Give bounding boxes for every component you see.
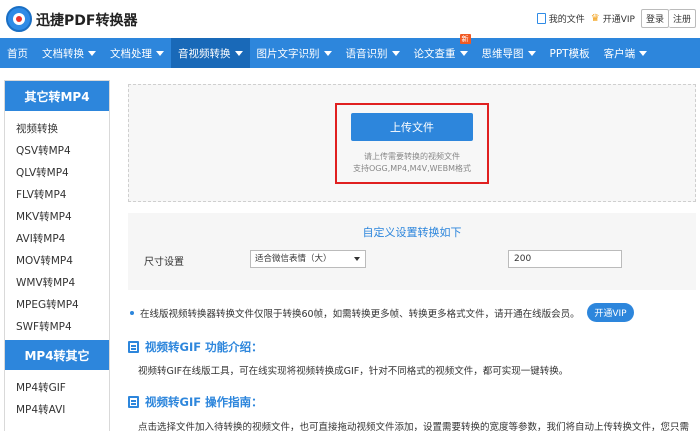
guide-icon <box>128 396 139 408</box>
guide-title: 视频转GIF 操作指南： <box>145 395 263 409</box>
open-vip-button[interactable]: 开通VIP <box>587 303 634 322</box>
chevron-down-icon <box>639 50 648 56</box>
crown-icon: ♛ <box>590 13 600 24</box>
size-select[interactable]: 适合微信表情（大） <box>250 250 366 268</box>
size-input[interactable]: 200 <box>508 250 622 268</box>
login-register-group: 登录 注册 <box>640 9 696 28</box>
brand-name[interactable]: 迅捷PDF转换器 <box>36 10 137 30</box>
chevron-down-icon <box>459 50 468 56</box>
chevron-down-icon <box>88 50 96 56</box>
intro-heading: 视频转GIF 功能介绍： <box>128 339 263 355</box>
size-select-value: 适合微信表情（大） <box>255 254 332 264</box>
nav-av-convert[interactable]: 音视频转换 <box>171 38 250 68</box>
chevron-down-icon <box>354 257 360 261</box>
sidebar-item[interactable]: MP4转AVI <box>16 399 109 421</box>
bullet-dot-icon <box>130 311 134 315</box>
nav-label: 论文查重 <box>413 47 456 60</box>
guide-heading: 视频转GIF 操作指南： <box>128 394 263 410</box>
nav-label: 客户端 <box>603 47 636 60</box>
nav-thesis-check[interactable]: 论文查重新 <box>407 34 475 68</box>
upload-hint: 请上传需要转换的视频文件 支持OGG,MP4,M4V,WEBM格式 <box>340 151 484 175</box>
sidebar-item[interactable]: SWF转MP4 <box>16 316 109 338</box>
open-vip-label: 开通VIP <box>602 15 635 25</box>
nav-label: 首页 <box>7 47 28 60</box>
sidebar-section-title: MP4转其它 <box>5 340 109 370</box>
nav-ppt[interactable]: PPT模板 <box>543 38 597 68</box>
sidebar-item[interactable]: MPEG转MP4 <box>16 294 109 316</box>
top-bar: 迅捷PDF转换器 我的文件 ♛ 开通VIP 登录 注册 <box>0 0 700 38</box>
sidebar-item[interactable]: WMV转MP4 <box>16 272 109 294</box>
nav-label: 音视频转换 <box>178 47 231 60</box>
upload-hint-line: 支持OGG,MP4,M4V,WEBM格式 <box>353 164 471 173</box>
chevron-down-icon <box>391 50 400 56</box>
sidebar-item[interactable]: MKV转MP4 <box>16 206 109 228</box>
sidebar-item[interactable]: MOV转MP4 <box>16 250 109 272</box>
sidebar-item[interactable]: 视频转换 <box>16 118 109 140</box>
upload-file-button[interactable]: 上传文件 <box>351 113 473 141</box>
nav-label: 思维导图 <box>481 47 524 60</box>
nav-mindmap[interactable]: 思维导图 <box>475 38 543 68</box>
sidebar-item[interactable]: QSV转MP4 <box>16 140 109 162</box>
main-nav: 首页 文档转换 文档处理 音视频转换 图片文字识别 语音识别 论文查重新 思维导… <box>0 34 700 68</box>
document-icon <box>536 13 546 24</box>
nav-label: PPT模板 <box>549 47 590 60</box>
sidebar-item[interactable]: AVI转MP4 <box>16 228 109 250</box>
size-label: 尺寸设置 <box>144 257 184 268</box>
register-button[interactable]: 注册 <box>668 9 696 28</box>
sidebar-section-title: 其它转MP4 <box>5 81 109 111</box>
chevron-down-icon <box>156 50 164 56</box>
notice-text: 在线版视频转换器转换文件仅限于转换60帧，如需转换更多帧、转换更多格式文件，请开… <box>140 309 580 320</box>
sidebar: 其它转MP4 视频转换 QSV转MP4 QLV转MP4 FLV转MP4 MKV转… <box>4 80 110 431</box>
login-button[interactable]: 登录 <box>640 9 669 28</box>
nav-doc-convert[interactable]: 文档转换 <box>35 38 103 68</box>
settings-title: 自定义设置转换如下 <box>362 226 462 239</box>
sidebar-list: MP4转GIF MP4转AVI <box>5 370 109 421</box>
nav-label: 图片文字识别 <box>256 47 320 60</box>
nav-doc-process[interactable]: 文档处理 <box>103 38 171 68</box>
my-files-link[interactable]: 我的文件 <box>536 12 585 25</box>
my-files-label: 我的文件 <box>548 15 585 25</box>
sidebar-item[interactable]: QLV转MP4 <box>16 162 109 184</box>
open-vip-link[interactable]: ♛ 开通VIP <box>591 12 635 25</box>
new-badge: 新 <box>459 34 471 44</box>
chevron-down-icon <box>323 50 332 56</box>
chevron-down-icon <box>527 50 536 56</box>
nav-client[interactable]: 客户端 <box>597 38 655 68</box>
book-icon <box>128 341 139 353</box>
nav-label: 语音识别 <box>345 47 388 60</box>
top-right-links: 我的文件 ♛ 开通VIP 登录 注册 <box>536 9 696 28</box>
sidebar-list: 视频转换 QSV转MP4 QLV转MP4 FLV转MP4 MKV转MP4 AVI… <box>5 111 109 338</box>
nav-speech[interactable]: 语音识别 <box>339 38 407 68</box>
chevron-down-icon <box>234 50 243 56</box>
upload-hint-line: 请上传需要转换的视频文件 <box>364 152 460 161</box>
sidebar-item[interactable]: FLV转MP4 <box>16 184 109 206</box>
sidebar-item[interactable]: MP4转GIF <box>16 377 109 399</box>
nav-ocr[interactable]: 图片文字识别 <box>250 38 339 68</box>
nav-home[interactable]: 首页 <box>0 38 35 68</box>
guide-text: 点击选择文件加入待转换的视频文件，也可直接拖动视频文件添加，设置需要转换的宽度等… <box>138 422 690 431</box>
app-logo-icon[interactable] <box>6 6 32 32</box>
nav-label: 文档转换 <box>42 47 84 60</box>
intro-text: 视频转GIF在线版工具，可在线实现将视频转换成GIF，针对不同格式的视频文件，都… <box>138 366 569 377</box>
nav-label: 文档处理 <box>110 47 152 60</box>
intro-title: 视频转GIF 功能介绍： <box>145 340 263 354</box>
settings-panel: 自定义设置转换如下 尺寸设置 适合微信表情（大） 200 <box>128 213 696 290</box>
